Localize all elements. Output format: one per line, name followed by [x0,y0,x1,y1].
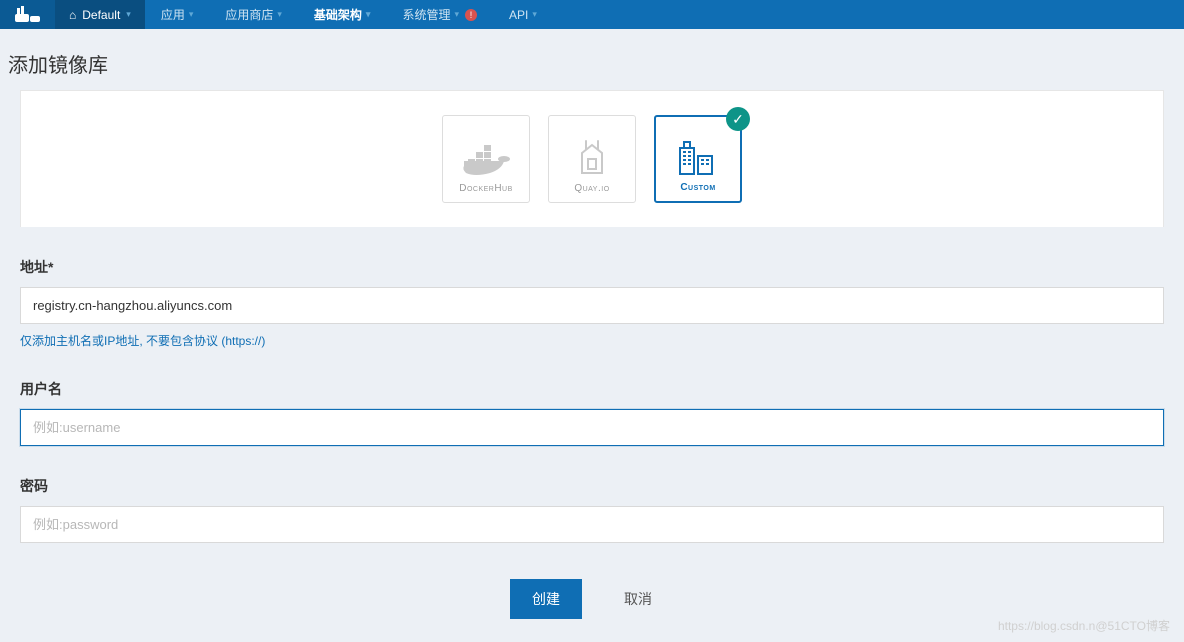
registry-option-label: DockerHub [459,183,513,194]
create-button[interactable]: 创建 [510,579,582,619]
chevron-down-icon: ▾ [454,9,459,20]
main-nav: 应用▾ 应用商店▾ 基础架构▾ 系统管理▾! API▾ [145,0,553,29]
rancher-logo-icon [15,6,41,24]
nav-catalog[interactable]: 应用商店▾ [209,0,298,29]
nav-apps[interactable]: 应用▾ [145,0,210,29]
page-title: 添加镜像库 [0,29,1184,90]
address-input[interactable] [20,287,1164,324]
chevron-down-icon: ▾ [189,9,194,20]
registry-type-card: DockerHub ✓ Quay.io ✓ Custom ✓ [20,90,1164,227]
registry-option-label: Custom [680,182,715,193]
password-label: 密码 [20,476,1164,496]
brand-logo[interactable] [0,0,55,29]
registry-options: DockerHub ✓ Quay.io ✓ Custom ✓ [442,115,742,203]
top-navigation: ⌂ Default ▾ 应用▾ 应用商店▾ 基础架构▾ 系统管理▾! API▾ [0,0,1184,29]
chevron-down-icon: ▾ [126,9,131,20]
registry-form: 地址* 仅添加主机名或IP地址, 不要包含协议 (https://) 用户名 密… [0,257,1184,543]
custom-icon [656,134,740,182]
quay-icon [549,135,635,183]
chevron-down-icon: ▾ [366,9,371,20]
environment-label: Default [82,8,120,22]
cancel-button[interactable]: 取消 [602,579,674,619]
chevron-down-icon: ▾ [532,9,537,20]
check-icon: ✓ [726,107,750,131]
address-hint: 仅添加主机名或IP地址, 不要包含协议 (https://) [20,332,1164,349]
registry-option-label: Quay.io [574,183,609,194]
password-input[interactable] [20,506,1164,543]
nav-api[interactable]: API▾ [493,0,553,29]
alert-badge: ! [465,9,477,21]
username-label: 用户名 [20,379,1164,399]
registry-option-custom[interactable]: Custom ✓ [654,115,742,203]
registry-option-quay[interactable]: Quay.io ✓ [548,115,636,203]
nav-infrastructure[interactable]: 基础架构▾ [298,0,387,29]
chevron-down-icon: ▾ [277,9,282,20]
environment-selector[interactable]: ⌂ Default ▾ [55,0,145,29]
dockerhub-icon [443,135,529,183]
home-icon: ⌂ [69,8,76,22]
username-input[interactable] [20,409,1164,446]
form-actions: 创建 取消 [0,579,1184,639]
address-label: 地址* [20,257,1164,277]
nav-admin[interactable]: 系统管理▾! [386,0,493,29]
registry-option-dockerhub[interactable]: DockerHub ✓ [442,115,530,203]
